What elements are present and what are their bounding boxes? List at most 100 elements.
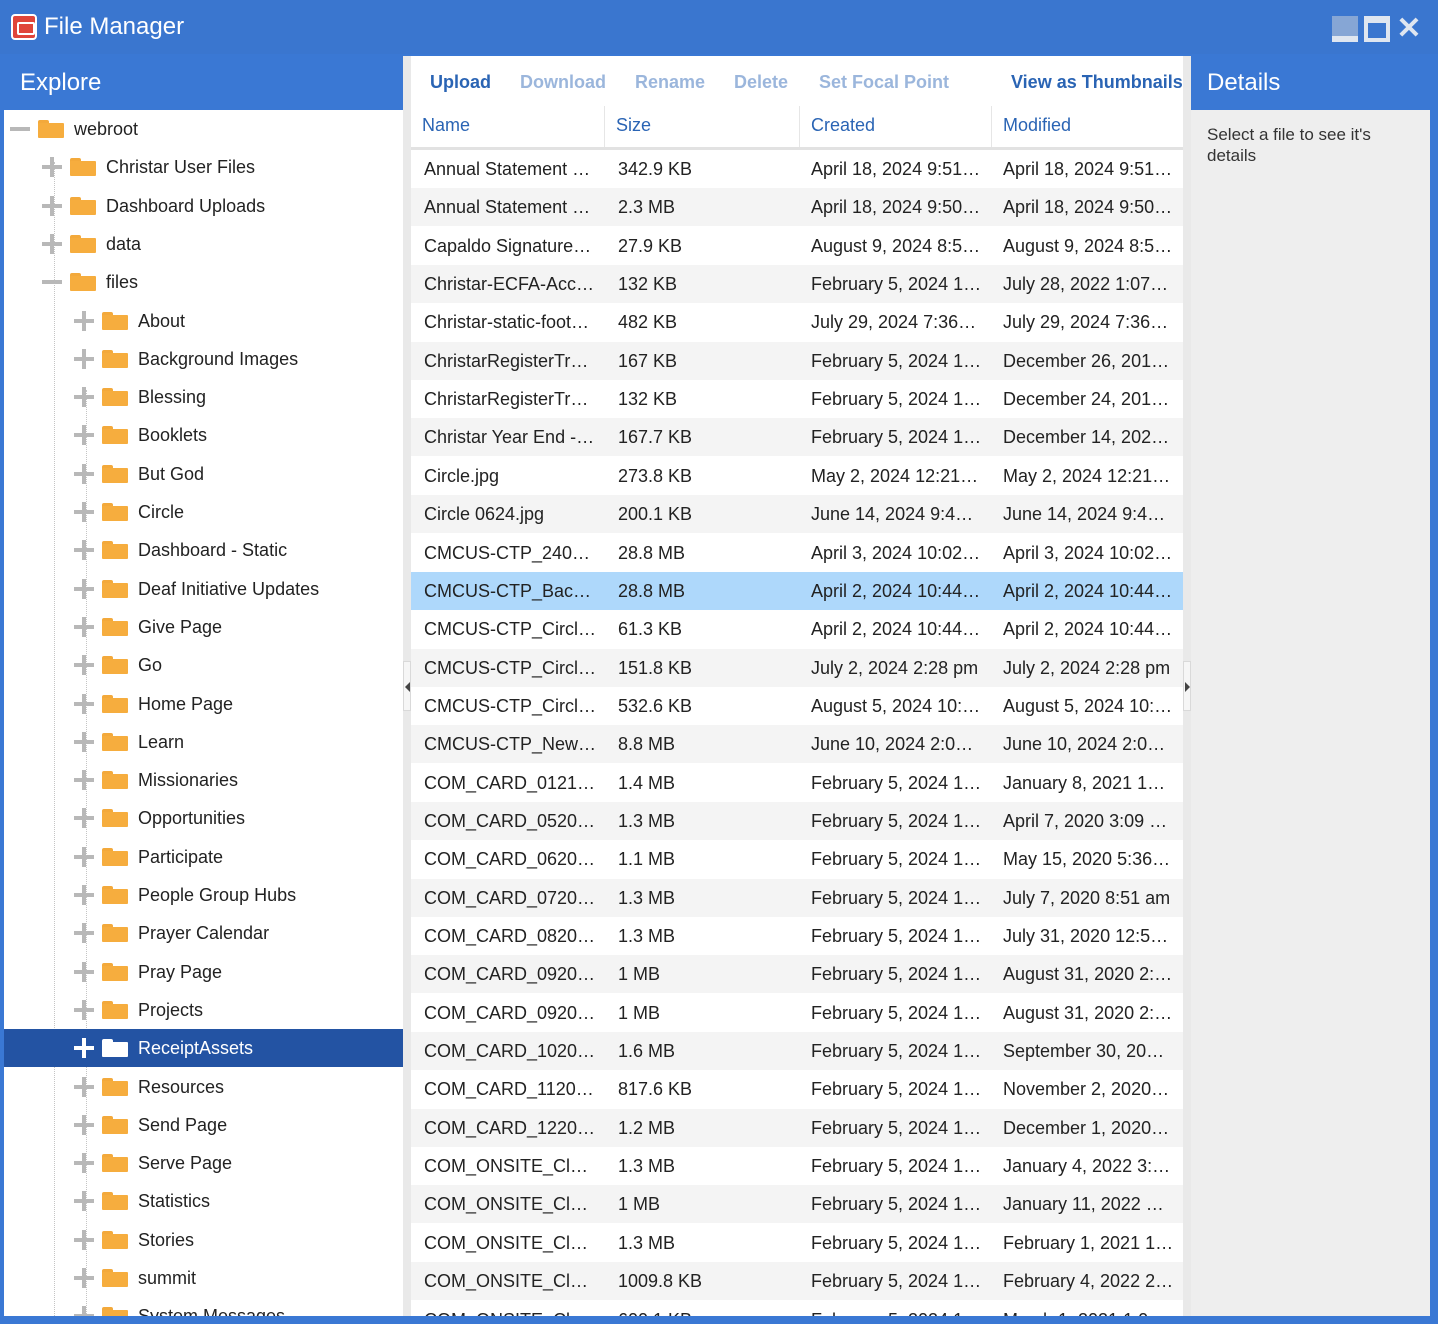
collapse-minus-icon[interactable] xyxy=(42,272,62,292)
expand-plus-icon[interactable] xyxy=(74,923,94,944)
expand-plus-icon[interactable] xyxy=(74,1306,94,1316)
expand-plus-icon[interactable] xyxy=(74,1114,94,1135)
file-row[interactable]: COM_CARD_1220… 1.2 MB February 5, 2024 1… D… xyxy=(411,1108,1183,1147)
column-header-name[interactable]: Name xyxy=(411,106,604,147)
tree-item-webroot[interactable]: webroot xyxy=(4,110,403,148)
file-row[interactable]: CMCUS-CTP_Circl… 532.6 KB August 5, 2024 1… xyxy=(411,687,1183,725)
tree-item-statistics[interactable]: Statistics xyxy=(4,1182,403,1220)
tree-item-deaf-initiative-updates[interactable]: Deaf Initiative Updates xyxy=(4,570,403,608)
right-splitter[interactable] xyxy=(1183,56,1191,1316)
tree-item-data[interactable]: data xyxy=(4,225,403,263)
left-splitter[interactable] xyxy=(403,56,411,1316)
expand-plus-icon[interactable] xyxy=(74,731,94,752)
expand-plus-icon[interactable] xyxy=(74,1038,94,1059)
tree-item-system-messages[interactable]: System Messages xyxy=(4,1297,403,1316)
expand-plus-icon[interactable] xyxy=(74,463,94,484)
tree-item-receiptassets[interactable]: ReceiptAssets xyxy=(4,1029,403,1068)
expand-plus-icon[interactable] xyxy=(74,885,94,905)
file-row[interactable]: COM_ONSITE_Cl… 1009.8 KB February 5, 2024 … xyxy=(411,1262,1183,1301)
file-row[interactable]: Circle.jpg 273.8 KB May 2, 2024 12:21… May … xyxy=(411,457,1183,495)
file-row[interactable]: COM_CARD_0620… 1.1 MB February 5, 2024 1… M… xyxy=(411,840,1183,878)
file-row[interactable]: CMCUS-CTP_Bac… 28.8 MB April 2, 2024 10:44… xyxy=(411,571,1183,610)
file-row[interactable]: Christar-static-foot… 482 KB July 29, 2024… xyxy=(411,303,1183,341)
file-row[interactable]: COM_ONSITE_Cl… 1.3 MB February 5, 2024 1… F… xyxy=(411,1224,1183,1262)
tree-item-circle[interactable]: Circle xyxy=(4,493,403,531)
tree-item-participate[interactable]: Participate xyxy=(4,838,403,876)
tree-item-projects[interactable]: Projects xyxy=(4,991,403,1029)
tree-item-but-god[interactable]: But God xyxy=(4,455,403,493)
tree-item-summit[interactable]: summit xyxy=(4,1259,403,1297)
file-row[interactable]: COM_CARD_0520… 1.3 MB February 5, 2024 1… A… xyxy=(411,801,1183,840)
view-as-thumbnails-button[interactable]: View as Thumbnails xyxy=(1011,72,1183,92)
file-row[interactable]: COM_ONSITE_Cl… 1 MB February 5, 2024 1… Jan… xyxy=(411,1185,1183,1224)
file-row[interactable]: COM_CARD_0720… 1.3 MB February 5, 2024 1… J… xyxy=(411,878,1183,917)
expand-plus-icon[interactable] xyxy=(74,1076,94,1097)
expand-plus-icon[interactable] xyxy=(74,348,94,369)
tree-item-dashboard-static[interactable]: Dashboard - Static xyxy=(4,531,403,569)
file-row[interactable]: Christar-ECFA-Acc… 132 KB February 5, 2024… xyxy=(411,265,1183,304)
tree-item-pray-page[interactable]: Pray Page xyxy=(4,953,403,991)
expand-plus-icon[interactable] xyxy=(74,808,94,829)
tree-item-missionaries[interactable]: Missionaries xyxy=(4,761,403,799)
expand-plus-icon[interactable] xyxy=(74,846,94,867)
expand-plus-icon[interactable] xyxy=(74,655,94,676)
expand-plus-icon[interactable] xyxy=(74,387,94,408)
upload-button[interactable]: Upload xyxy=(430,72,491,92)
file-row[interactable]: COM_CARD_0920… 1 MB February 5, 2024 1… Aug… xyxy=(411,994,1183,1032)
expand-plus-icon[interactable] xyxy=(74,770,94,791)
tree-item-give-page[interactable]: Give Page xyxy=(4,608,403,646)
tree-item-files[interactable]: files xyxy=(4,263,403,301)
set-focal-point-button[interactable]: Set Focal Point xyxy=(819,72,949,92)
tree-item-serve-page[interactable]: Serve Page xyxy=(4,1144,403,1182)
file-row[interactable]: CMCUS-CTP_Circl… 151.8 KB July 2, 2024 2:2… xyxy=(411,648,1183,687)
file-row[interactable]: COM_CARD_0121… 1.4 MB February 5, 2024 1… J… xyxy=(411,764,1183,802)
file-row[interactable]: COM_ONSITE_Cl… 1.3 MB February 5, 2024 1… J… xyxy=(411,1147,1183,1185)
file-row[interactable]: Annual Statement … 2.3 MB April 18, 2024 9… xyxy=(411,188,1183,227)
expand-plus-icon[interactable] xyxy=(74,1268,94,1288)
file-row[interactable]: Christar Year End -… 167.7 KB February 5, … xyxy=(411,418,1183,457)
tree-item-send-page[interactable]: Send Page xyxy=(4,1106,403,1144)
tree-item-home-page[interactable]: Home Page xyxy=(4,685,403,723)
tree-item-about[interactable]: About xyxy=(4,302,403,340)
tree-item-go[interactable]: Go xyxy=(4,646,403,684)
file-row[interactable]: CMCUS-CTP_Circl… 61.3 KB April 2, 2024 10:… xyxy=(411,610,1183,648)
file-row[interactable]: ChristarRegisterTr… 132 KB February 5, 202… xyxy=(411,380,1183,418)
tree-item-background-images[interactable]: Background Images xyxy=(4,340,403,378)
file-row[interactable]: Annual Statement … 342.9 KB April 18, 2024… xyxy=(411,150,1183,188)
tree-item-opportunities[interactable]: Opportunities xyxy=(4,799,403,837)
close-icon[interactable]: ✕ xyxy=(1396,14,1422,44)
expand-plus-icon[interactable] xyxy=(74,1153,94,1174)
collapse-explore-handle[interactable] xyxy=(403,661,411,711)
delete-button[interactable]: Delete xyxy=(734,72,788,92)
expand-plus-icon[interactable] xyxy=(74,578,94,599)
download-button[interactable]: Download xyxy=(520,72,606,92)
expand-plus-icon[interactable] xyxy=(74,693,94,714)
file-row[interactable]: COM_CARD_0820… 1.3 MB February 5, 2024 1… J… xyxy=(411,917,1183,955)
tree-item-blessing[interactable]: Blessing xyxy=(4,378,403,416)
expand-plus-icon[interactable] xyxy=(74,540,94,561)
column-header-created[interactable]: Created xyxy=(799,106,991,147)
expand-plus-icon[interactable] xyxy=(42,233,62,254)
maximize-icon[interactable] xyxy=(1364,16,1390,42)
column-header-size[interactable]: Size xyxy=(604,106,799,147)
expand-plus-icon[interactable] xyxy=(74,425,94,446)
tree-item-stories[interactable]: Stories xyxy=(4,1221,403,1259)
tree-item-booklets[interactable]: Booklets xyxy=(4,416,403,454)
expand-plus-icon[interactable] xyxy=(42,157,62,178)
file-row[interactable]: COM_CARD_1120… 817.6 KB February 5, 2024 1… xyxy=(411,1070,1183,1108)
tree-item-dashboard-uploads[interactable]: Dashboard Uploads xyxy=(4,187,403,225)
tree-item-resources[interactable]: Resources xyxy=(4,1068,403,1106)
expand-plus-icon[interactable] xyxy=(74,502,94,522)
expand-plus-icon[interactable] xyxy=(74,1229,94,1250)
rename-button[interactable]: Rename xyxy=(635,72,705,92)
file-row[interactable]: COM_ONSITE_Cl… 600.1 KB February 5, 2024 1… xyxy=(411,1301,1183,1317)
file-row[interactable]: COM_CARD_1020… 1.6 MB February 5, 2024 1… S… xyxy=(411,1032,1183,1071)
title-bar[interactable]: File Manager ✕ xyxy=(0,0,1438,54)
file-row[interactable]: Capaldo Signature… 27.9 KB August 9, 2024 … xyxy=(411,227,1183,265)
expand-plus-icon[interactable] xyxy=(74,310,94,331)
file-row[interactable]: CMCUS-CTP_New… 8.8 MB June 10, 2024 2:0… Ju… xyxy=(411,725,1183,764)
expand-plus-icon[interactable] xyxy=(74,616,94,637)
column-header-modified[interactable]: Modified xyxy=(991,106,1183,147)
collapse-minus-icon[interactable] xyxy=(10,119,30,139)
tree-item-prayer-calendar[interactable]: Prayer Calendar xyxy=(4,914,403,952)
